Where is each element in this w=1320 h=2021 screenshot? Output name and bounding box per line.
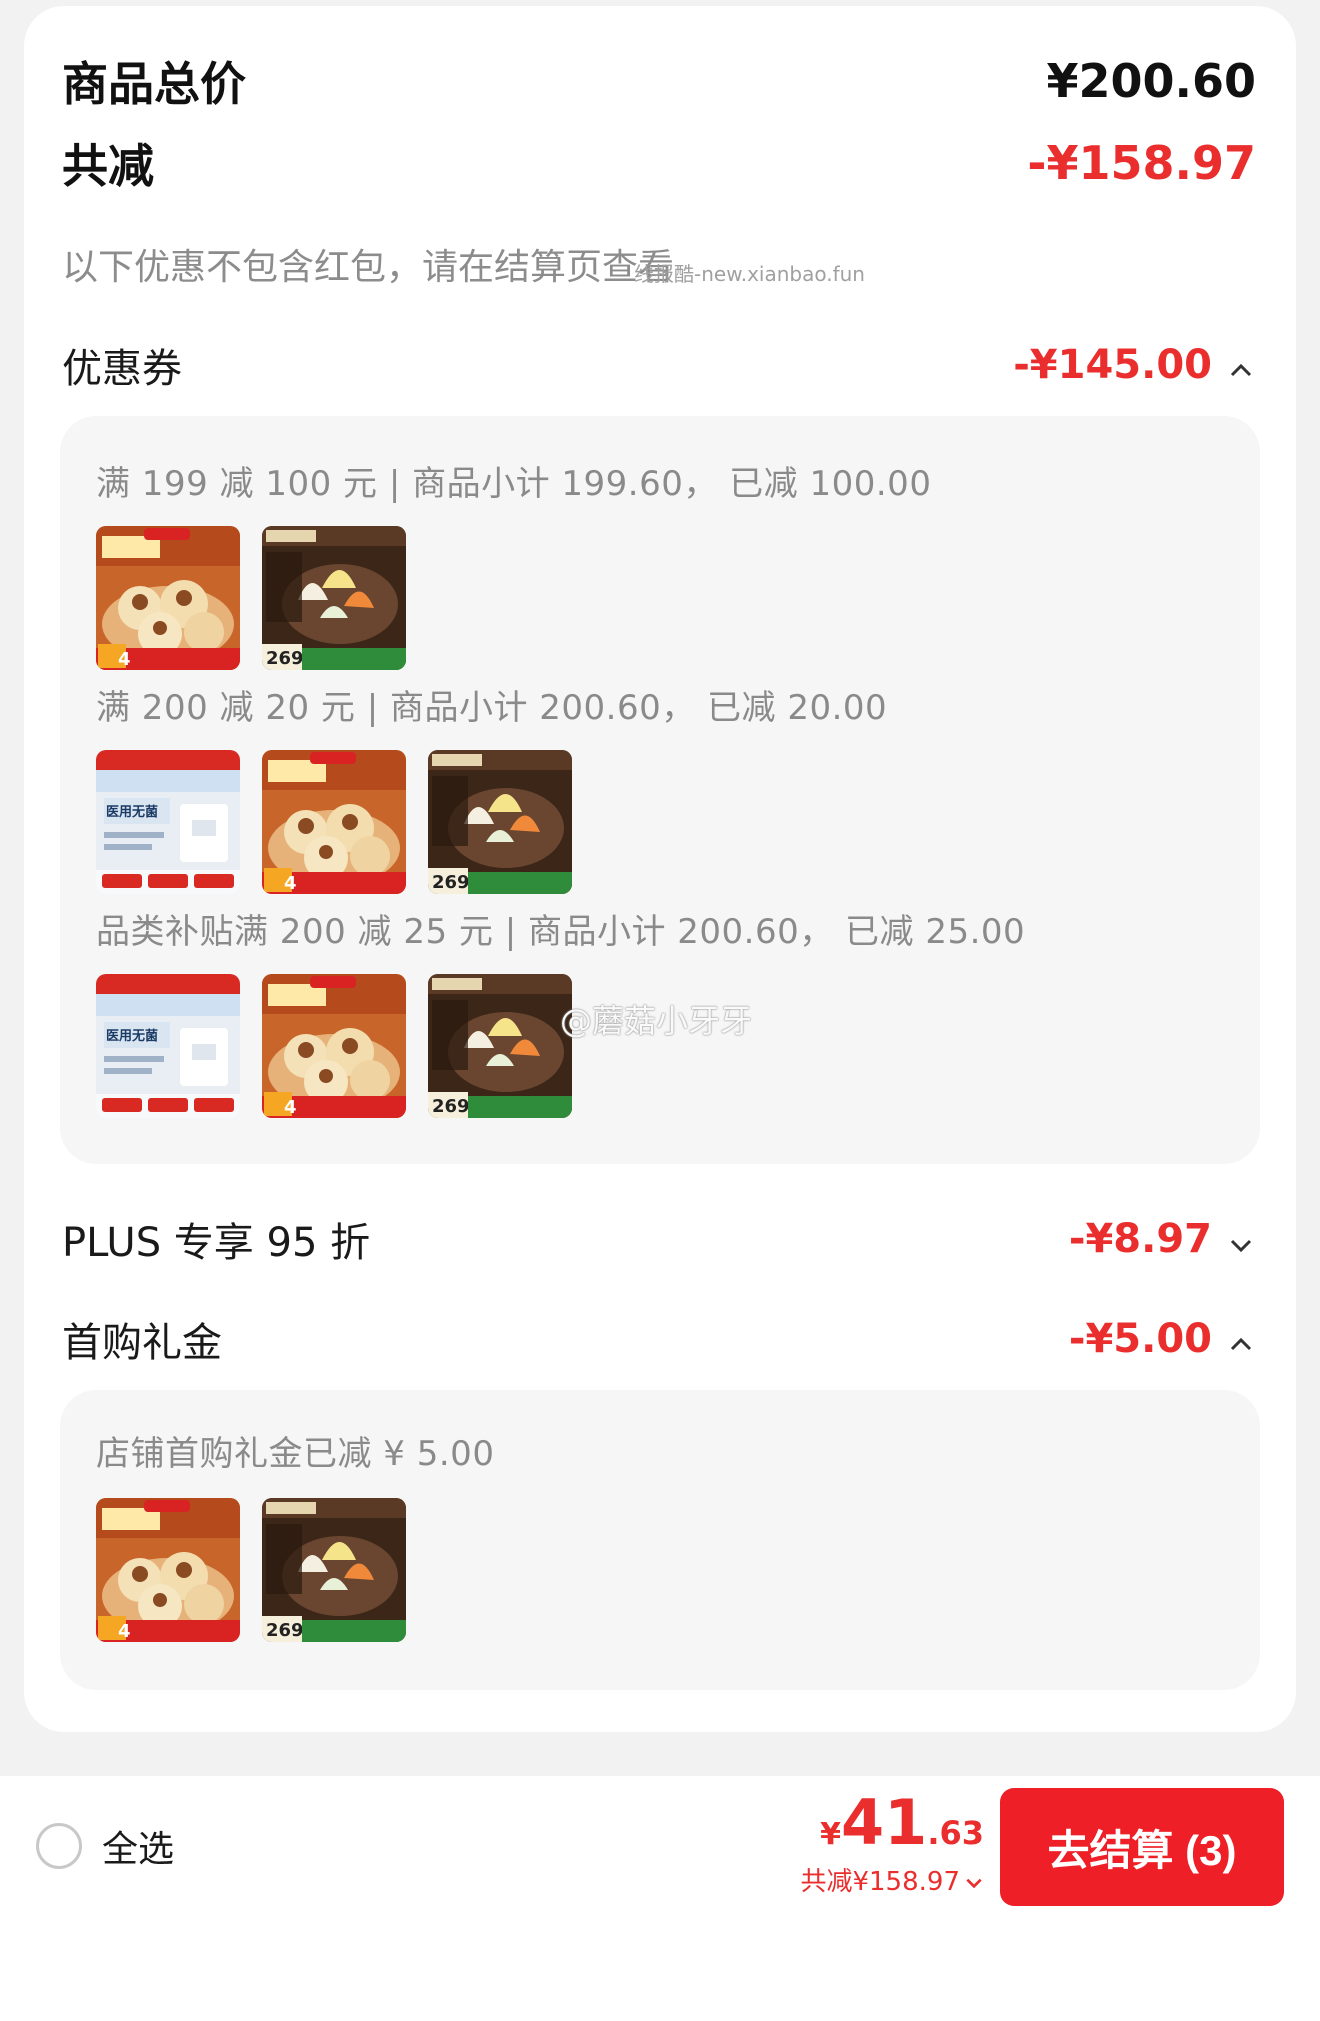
chevron-up-icon[interactable] <box>1226 1324 1256 1354</box>
total-label: 商品总价 <box>62 57 246 111</box>
discount-note: 以下优惠不包含红包，请在结算页查看 <box>62 247 675 288</box>
coupon-products-3 <box>96 974 572 1118</box>
chevron-down-icon[interactable] <box>1226 1224 1256 1254</box>
firstbuy-detail: 店铺首购礼金已减 ¥ 5.00 <box>96 1434 495 1474</box>
coupon-products-1 <box>96 526 406 670</box>
firstbuy-label: 首购礼金 <box>62 1320 222 1366</box>
final-price-line: ¥41.63 <box>800 1786 984 1859</box>
checkout-button[interactable]: 去结算 (3) <box>1000 1788 1284 1906</box>
product-thumb-shaomai[interactable] <box>96 526 240 670</box>
plus-value-wrap[interactable]: -¥8.97 <box>1069 1216 1256 1262</box>
product-thumb-shaomai[interactable] <box>262 750 406 894</box>
plus-row[interactable]: PLUS 专享 95 折 -¥8.97 <box>62 1210 1256 1268</box>
price-currency: ¥ <box>820 1817 842 1852</box>
saved-toggle[interactable]: 共减¥158.97 <box>800 1861 984 1898</box>
chevron-down-icon[interactable] <box>964 1870 984 1890</box>
price-int: 41 <box>841 1786 928 1859</box>
product-thumb-medical[interactable] <box>96 750 240 894</box>
plus-label: PLUS 专享 95 折 <box>62 1220 371 1266</box>
coupon-value-wrap[interactable]: -¥145.00 <box>1013 342 1256 388</box>
saved-amount: 共减¥158.97 <box>800 1867 960 1897</box>
firstbuy-value-wrap[interactable]: -¥5.00 <box>1069 1316 1256 1362</box>
reduce-value: -¥158.97 <box>1027 136 1256 190</box>
coupon-line-3: 品类补贴满 200 减 25 元 | 商品小计 200.60， 已减 25.00 <box>96 912 1026 952</box>
coupon-detail-panel: 满 199 减 100 元 | 商品小计 199.60， 已减 100.00 满… <box>60 416 1260 1164</box>
plus-value: -¥8.97 <box>1068 1216 1212 1262</box>
firstbuy-products <box>96 1498 406 1642</box>
coupon-value: -¥145.00 <box>1013 342 1212 388</box>
chevron-up-icon[interactable] <box>1226 350 1256 380</box>
firstbuy-detail-panel: 店铺首购礼金已减 ¥ 5.00 <box>60 1390 1260 1690</box>
coupon-row[interactable]: 优惠券 -¥145.00 <box>62 336 1256 394</box>
firstbuy-value: -¥5.00 <box>1068 1316 1212 1362</box>
product-thumb-medical[interactable] <box>96 974 240 1118</box>
total-value: ¥200.60 <box>1046 54 1256 108</box>
reduce-label: 共减 <box>62 139 154 193</box>
product-thumb-shaomai[interactable] <box>262 974 406 1118</box>
total-row: 商品总价 ¥200.60 <box>62 48 1256 114</box>
product-thumb-dumpling[interactable] <box>262 1498 406 1642</box>
product-thumb-dumpling[interactable] <box>428 974 572 1118</box>
site-watermark: 线报酷-new.xianbao.fun <box>634 262 865 286</box>
user-watermark: @蘑菇小牙牙 <box>560 1002 753 1040</box>
final-price: ¥41.63 共减¥158.97 <box>800 1786 984 1898</box>
product-thumb-shaomai[interactable] <box>96 1498 240 1642</box>
firstbuy-row[interactable]: 首购礼金 -¥5.00 <box>62 1310 1256 1368</box>
reduce-row: 共减 -¥158.97 <box>62 130 1256 196</box>
select-all-radio[interactable] <box>36 1823 82 1869</box>
coupon-line-1: 满 199 减 100 元 | 商品小计 199.60， 已减 100.00 <box>96 464 932 504</box>
product-thumb-dumpling[interactable] <box>428 750 572 894</box>
product-thumb-dumpling[interactable] <box>262 526 406 670</box>
checkout-bar: 全选 ¥41.63 共减¥158.97 去结算 (3) <box>0 1776 1320 1916</box>
footer-blank <box>0 1916 1320 2021</box>
select-all-label[interactable]: 全选 <box>102 1820 174 1872</box>
coupon-line-2: 满 200 减 20 元 | 商品小计 200.60， 已减 20.00 <box>96 688 888 728</box>
discount-detail-card: 商品总价 ¥200.60 共减 -¥158.97 以下优惠不包含红包，请在结算页… <box>24 6 1296 1732</box>
price-dec: .63 <box>927 1814 984 1852</box>
coupon-products-2 <box>96 750 572 894</box>
coupon-label: 优惠券 <box>62 346 182 392</box>
